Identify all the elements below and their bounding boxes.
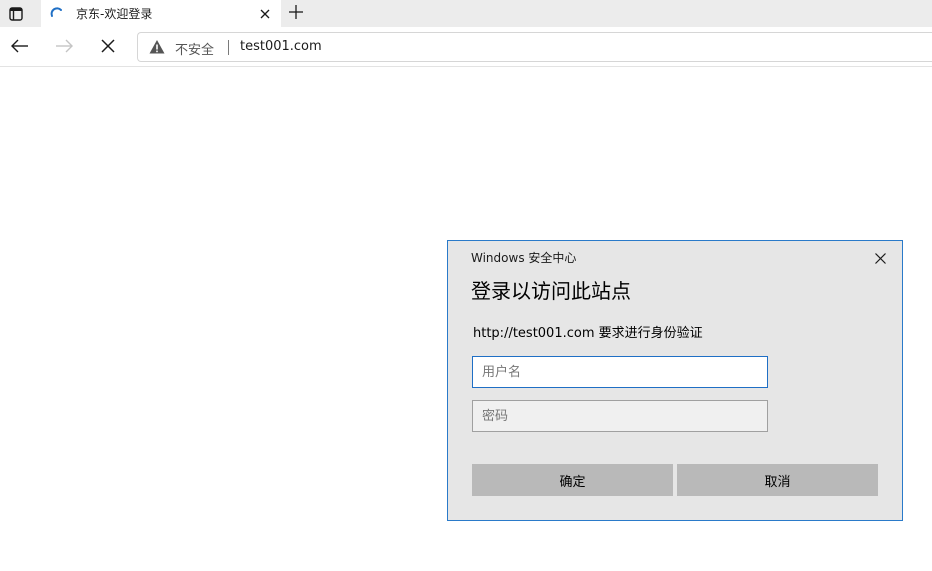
password-input[interactable] — [472, 400, 768, 432]
tab-title: 京东-欢迎登录 — [76, 7, 153, 21]
auth-dialog: Windows 安全中心 登录以访问此站点 http://test001.com… — [447, 240, 903, 521]
security-status-text[interactable]: 不安全 — [175, 39, 214, 58]
stop-button[interactable] — [95, 34, 121, 60]
loading-spinner-icon — [50, 6, 64, 20]
plus-icon — [289, 4, 303, 23]
stop-icon — [101, 38, 115, 57]
dialog-message: http://test001.com 要求进行身份验证 — [473, 326, 703, 341]
dialog-close-button[interactable] — [868, 247, 892, 269]
dialog-heading: 登录以访问此站点 — [471, 279, 631, 303]
username-input[interactable] — [472, 356, 768, 388]
cancel-button[interactable]: 取消 — [677, 464, 878, 496]
browser-toolbar: 不安全 test001.com — [0, 27, 932, 67]
warning-triangle-icon[interactable] — [149, 39, 165, 55]
dialog-caption: Windows 安全中心 — [471, 251, 577, 265]
back-button[interactable] — [7, 34, 33, 60]
address-separator — [228, 40, 229, 55]
url-text[interactable]: test001.com — [240, 39, 322, 54]
back-arrow-icon — [11, 38, 29, 57]
close-icon[interactable] — [255, 4, 275, 24]
ok-button[interactable]: 确定 — [472, 464, 673, 496]
forward-arrow-icon — [55, 38, 73, 57]
browser-tab[interactable]: 京东-欢迎登录 — [41, 0, 281, 27]
forward-button[interactable] — [51, 34, 77, 60]
tab-strip: 京东-欢迎登录 — [0, 0, 932, 27]
tab-actions-icon[interactable] — [0, 0, 32, 27]
new-tab-button[interactable] — [284, 1, 308, 25]
address-bar[interactable]: 不安全 test001.com — [137, 32, 932, 62]
close-icon — [874, 249, 886, 268]
